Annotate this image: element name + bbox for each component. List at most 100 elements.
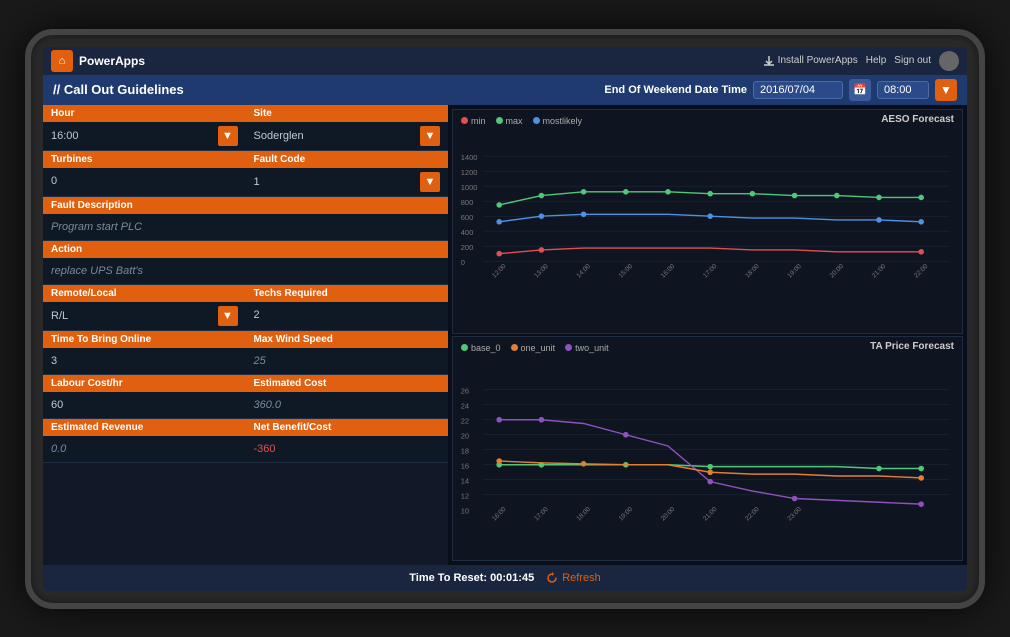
calendar-button[interactable]: 📅 [849,79,871,101]
screen: ⌂ PowerApps Install PowerApps Help Sign … [43,47,967,591]
left-panel: Hour 16:00 ▼ Site Soderglen ▼ [43,105,448,565]
action-row: Action replace UPS Batt's [43,241,448,285]
net-benefit-value: -360 [254,443,441,455]
svg-text:20: 20 [461,431,469,440]
svg-text:20:00: 20:00 [660,505,677,522]
time-online-label: Time To Bring Online [43,331,246,348]
remote-local-field: Remote/Local R/L ▼ [43,285,246,330]
svg-text:1400: 1400 [461,152,478,161]
labour-cost-label: Labour Cost/hr [43,375,246,392]
svg-text:21:00: 21:00 [871,262,888,279]
max-wind-value: 25 [254,355,441,367]
min-dot [461,117,468,124]
status-bar: Time To Reset: 00:01:45 Refresh [43,565,967,591]
svg-text:10: 10 [461,506,469,515]
svg-text:21:00: 21:00 [702,505,719,522]
one-unit-dot [511,344,518,351]
max-wind-value-wrap: 25 [246,348,449,374]
svg-text:13:00: 13:00 [533,262,550,279]
fault-desc-row: Fault Description Program start PLC [43,197,448,241]
legend-max: max [496,116,523,126]
mostlikely-dot [533,117,540,124]
two-unit-dot [565,344,572,351]
legend-one-unit: one_unit [511,343,556,353]
estimated-cost-field: Estimated Cost 360.0 [246,375,449,418]
remote-techs-row: Remote/Local R/L ▼ Techs Required 2 [43,285,448,331]
ta-chart-svg: 26 24 22 20 18 16 14 12 10 [457,355,954,552]
est-revenue-value-wrap: 0.0 [43,436,246,462]
mostlikely-label: mostlikely [543,116,583,126]
net-benefit-field: Net Benefit/Cost -360 [246,419,449,462]
refresh-button[interactable]: Refresh [546,572,601,584]
svg-text:1200: 1200 [461,167,478,176]
legend-base: base_0 [461,343,501,353]
remote-local-dropdown[interactable]: ▼ [218,306,238,326]
site-dropdown[interactable]: ▼ [420,126,440,146]
svg-text:800: 800 [461,197,474,206]
estimated-cost-value: 360.0 [254,399,441,411]
hour-field: Hour 16:00 ▼ [43,105,246,150]
site-value: Soderglen [254,130,421,142]
help-button[interactable]: Help [866,55,887,66]
aeso-chart-svg: 1400 1200 1000 800 600 400 200 0 [457,128,954,325]
base-label: base_0 [471,343,501,353]
fault-desc-value-wrap: Program start PLC [43,214,448,240]
hour-value-wrap: 16:00 ▼ [43,122,246,150]
home-icon[interactable]: ⌂ [51,50,73,72]
signout-button[interactable]: Sign out [894,55,931,66]
svg-text:12: 12 [461,491,469,500]
svg-text:600: 600 [461,212,474,221]
svg-text:17:00: 17:00 [533,505,550,522]
refresh-label: Refresh [562,572,601,584]
techs-required-field: Techs Required 2 [246,285,449,330]
app-title: PowerApps [79,54,145,68]
time-input[interactable] [877,81,929,99]
time-wind-row: Time To Bring Online 3 Max Wind Speed 25 [43,331,448,375]
svg-text:400: 400 [461,227,474,236]
svg-text:18:00: 18:00 [744,262,761,279]
install-button[interactable]: Install PowerApps [763,55,858,67]
right-panel: min max mostlikely AESO Forecast [448,105,967,565]
labour-cost-field: Labour Cost/hr 60 [43,375,246,418]
revenue-net-row: Estimated Revenue 0.0 Net Benefit/Cost -… [43,419,448,463]
aeso-chart: min max mostlikely AESO Forecast [452,109,963,334]
base-dot [461,344,468,351]
hour-dropdown[interactable]: ▼ [218,126,238,146]
svg-text:18:00: 18:00 [575,505,592,522]
main-content: Hour 16:00 ▼ Site Soderglen ▼ [43,105,967,565]
svg-text:16:00: 16:00 [491,505,508,522]
turbines-value-wrap: 0 [43,168,246,194]
two-unit-label: two_unit [575,343,609,353]
time-dropdown-button[interactable]: ▼ [935,79,957,101]
legend-min: min [461,116,486,126]
aeso-chart-title: AESO Forecast [881,114,954,125]
fault-code-label: Fault Code [246,151,449,168]
fault-desc-field: Fault Description Program start PLC [43,197,448,240]
ta-chart: base_0 one_unit two_unit TA Price Foreca… [452,336,963,561]
site-label: Site [246,105,449,122]
svg-text:22:00: 22:00 [744,505,761,522]
date-section: End Of Weekend Date Time 📅 ▼ [604,79,957,101]
svg-text:1000: 1000 [461,182,478,191]
fault-desc-value: Program start PLC [51,221,440,233]
svg-text:16: 16 [461,461,469,470]
fault-code-value-wrap: 1 ▼ [246,168,449,196]
svg-text:12:00: 12:00 [491,262,508,279]
max-wind-label: Max Wind Speed [246,331,449,348]
max-wind-field: Max Wind Speed 25 [246,331,449,374]
svg-text:22: 22 [461,416,469,425]
fault-code-dropdown[interactable]: ▼ [420,172,440,192]
techs-required-label: Techs Required [246,285,449,302]
action-value-wrap: replace UPS Batt's [43,258,448,284]
svg-text:23:00: 23:00 [786,505,803,522]
fault-desc-label: Fault Description [43,197,448,214]
page-title: // Call Out Guidelines [53,82,184,97]
labour-cost-value-wrap: 60 [43,392,246,418]
remote-local-value: R/L [51,310,218,322]
svg-text:14:00: 14:00 [575,262,592,279]
svg-text:19:00: 19:00 [786,262,803,279]
svg-text:18: 18 [461,446,469,455]
date-input[interactable] [753,81,843,99]
net-benefit-label: Net Benefit/Cost [246,419,449,436]
time-online-value: 3 [51,355,238,367]
